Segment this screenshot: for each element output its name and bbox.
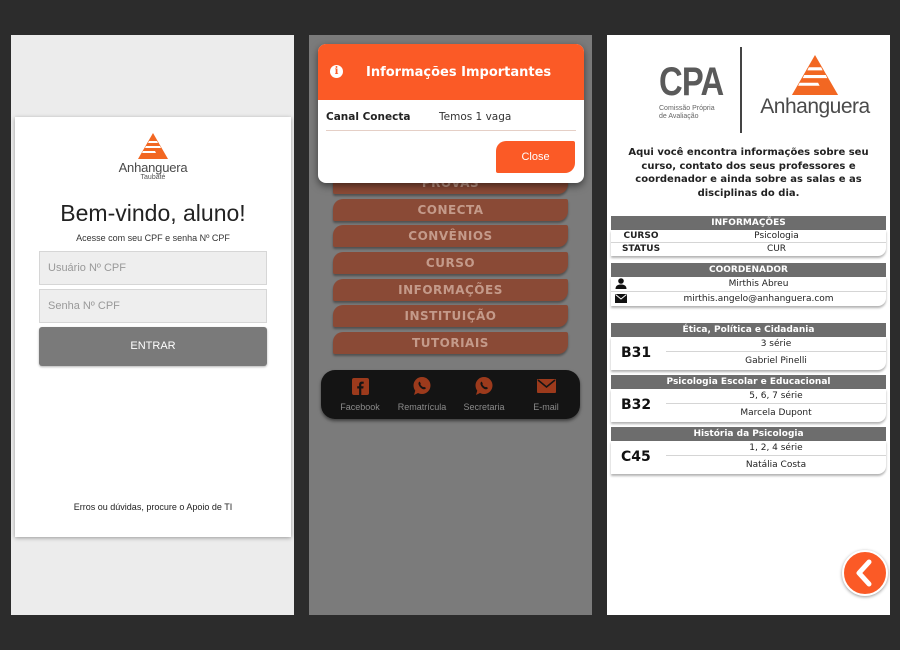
discipline-series: 5, 6, 7 série xyxy=(666,389,886,404)
info-row-course: CURSO Psicologia xyxy=(611,230,886,243)
whatsapp-icon xyxy=(412,376,432,396)
row-value: CUR xyxy=(766,244,787,254)
discipline-name: História da Psicologia xyxy=(611,427,886,441)
section-header: INFORMAÇÕES xyxy=(611,216,886,230)
info-row-status: STATUS CUR xyxy=(611,243,886,256)
modal-row-key: Canal Conecta xyxy=(326,111,411,123)
dock-label: Rematrícula xyxy=(397,402,447,412)
chevron-left-icon xyxy=(856,559,872,587)
intro-text: Aqui você encontra informações sobre seu… xyxy=(628,147,869,199)
mail-icon xyxy=(615,294,627,303)
cpa-logo-title: CPA xyxy=(659,60,724,104)
cpa-logo-subtitle: Comissão Própria de Avaliação xyxy=(659,105,715,121)
row-label: CURSO xyxy=(623,231,659,241)
discipline-name: Ética, Política e Cidadania xyxy=(611,323,886,337)
discipline-teacher: Marcela Dupont xyxy=(740,408,812,418)
cpa-subtitle-line: de Avaliação xyxy=(659,113,699,120)
login-subtitle: Acesse com seu CPF e senha Nº CPF xyxy=(76,233,230,243)
room-code: B32 xyxy=(621,397,652,413)
close-button[interactable]: Close xyxy=(496,141,575,173)
section-body: Mirthis Abreu mirthis.angelo@anhanguera.… xyxy=(611,277,886,306)
row-value: Psicologia xyxy=(754,231,799,241)
modal-row-value: Temos 1 vaga xyxy=(439,111,512,123)
menu-item-curso[interactable]: CURSO xyxy=(333,252,568,274)
dock-rematricula[interactable]: Rematrícula xyxy=(391,376,453,412)
anhanguera-logo-icon xyxy=(138,133,168,159)
discipline-card: História da Psicologia C45 1, 2, 4 série… xyxy=(611,427,886,474)
whatsapp-icon xyxy=(474,376,494,396)
menu-item-conecta[interactable]: CONECTA xyxy=(333,199,568,221)
brand-name: Anhanguera xyxy=(760,95,870,118)
info-modal: i Informações Importantes Canal Conecta … xyxy=(318,44,584,183)
coordinator-email[interactable]: mirthis.angelo@anhanguera.com xyxy=(631,292,886,306)
room-code: B31 xyxy=(621,345,652,361)
logo-divider xyxy=(740,47,742,133)
discipline-series: 3 série xyxy=(666,337,886,352)
anhanguera-logo: Anhanguera Taubaté xyxy=(15,133,291,181)
anhanguera-logo-icon xyxy=(791,55,839,95)
info-section: INFORMAÇÕES CURSO Psicologia STATUS CUR xyxy=(611,216,886,256)
row-label: STATUS xyxy=(621,244,661,254)
discipline-series: 1, 2, 4 série xyxy=(666,441,886,456)
discipline-teacher: Gabriel Pinelli xyxy=(745,356,807,366)
help-text: Erros ou dúvidas, procure o Apoio de TI xyxy=(73,502,233,512)
modal-title: Informações Importantes xyxy=(366,65,552,80)
contact-dock: Facebook Rematrícula Secretaria E-mail xyxy=(321,370,580,419)
modal-row: Canal Conecta Temos 1 vaga xyxy=(326,111,576,131)
room-code: C45 xyxy=(621,449,651,465)
section-body: B32 5, 6, 7 série Marcela Dupont xyxy=(611,389,886,422)
menu-item-instituicao[interactable]: INSTITUIÇÃO xyxy=(333,305,568,327)
back-button[interactable] xyxy=(842,550,888,596)
coordinator-section: COORDENADOR Mirthis Abreu mirthis.angelo… xyxy=(611,263,886,306)
login-button[interactable]: ENTRAR xyxy=(39,327,267,366)
discipline-card: Psicologia Escolar e Educacional B32 5, … xyxy=(611,375,886,422)
dock-secretaria[interactable]: Secretaria xyxy=(453,376,515,412)
menu-item-tutoriais[interactable]: TUTORIAIS xyxy=(333,332,568,354)
anhanguera-logo: Anhanguera xyxy=(760,55,870,119)
coordinator-email-row: mirthis.angelo@anhanguera.com xyxy=(611,292,886,306)
password-input[interactable]: Senha Nº CPF xyxy=(39,289,267,323)
cpa-subtitle-line: Comissão Própria xyxy=(659,105,715,112)
course-screen: CPA Comissão Própria de Avaliação Anhang… xyxy=(607,35,890,615)
section-header: COORDENADOR xyxy=(611,263,886,277)
discipline-card: Ética, Política e Cidadania B31 3 série … xyxy=(611,323,886,370)
dock-facebook[interactable]: Facebook xyxy=(329,376,391,412)
username-input[interactable]: Usuário Nº CPF xyxy=(39,251,267,285)
menu-screen: PROVAS CONECTA CONVÊNIOS CURSO INFORMAÇÕ… xyxy=(309,35,592,615)
discipline-teacher: Natália Costa xyxy=(745,460,807,470)
login-screen: Anhanguera Taubaté Bem-vindo, aluno! Ace… xyxy=(11,35,294,615)
section-body: CURSO Psicologia STATUS CUR xyxy=(611,230,886,256)
welcome-title: Bem-vindo, aluno! xyxy=(60,200,246,226)
menu-item-informacoes[interactable]: INFORMAÇÕES xyxy=(333,279,568,301)
dock-label: Secretaria xyxy=(463,402,505,412)
brand-name: Anhanguera xyxy=(118,160,188,175)
info-icon: i xyxy=(330,65,343,78)
section-body: B31 3 série Gabriel Pinelli xyxy=(611,337,886,370)
menu-item-convenios[interactable]: CONVÊNIOS xyxy=(333,225,568,247)
coordinator-name-row: Mirthis Abreu xyxy=(611,277,886,292)
dock-email[interactable]: E-mail xyxy=(515,376,577,412)
discipline-name: Psicologia Escolar e Educacional xyxy=(611,375,886,389)
section-body: C45 1, 2, 4 série Natália Costa xyxy=(611,441,886,474)
coordinator-name: Mirthis Abreu xyxy=(728,279,789,289)
person-icon xyxy=(615,278,627,289)
facebook-icon xyxy=(350,376,370,396)
dock-label: Facebook xyxy=(340,402,380,412)
dock-label: E-mail xyxy=(533,402,559,412)
login-card: Anhanguera Taubaté Bem-vindo, aluno! Ace… xyxy=(15,117,291,537)
mail-icon xyxy=(536,376,556,396)
modal-header: i Informações Importantes xyxy=(318,44,584,100)
campus-name: Taubaté xyxy=(140,174,166,181)
